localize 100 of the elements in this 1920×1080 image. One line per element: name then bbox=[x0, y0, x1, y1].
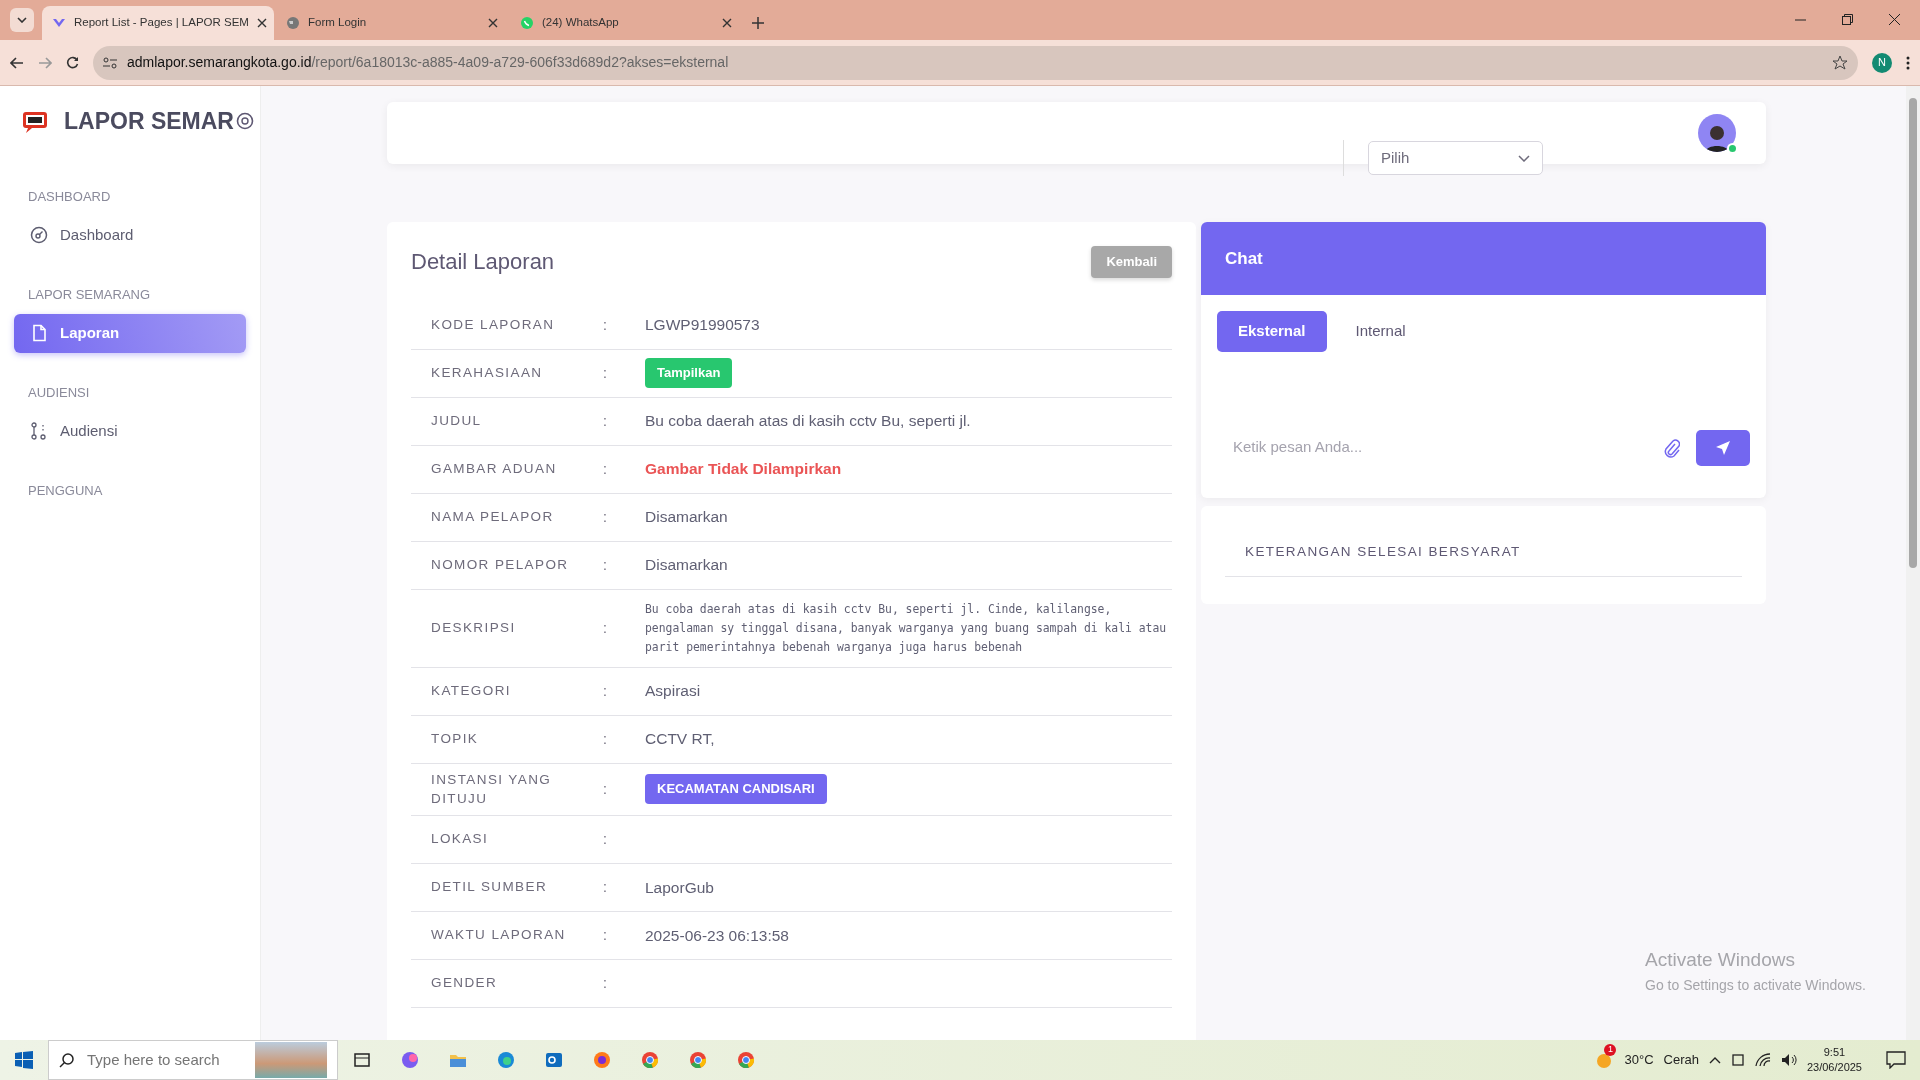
chat-tab[interactable]: Eksternal bbox=[1217, 311, 1327, 352]
alert-count: 1 bbox=[1604, 1043, 1617, 1056]
logo-icon bbox=[22, 109, 48, 134]
mail-icon bbox=[544, 1050, 564, 1070]
route-icon bbox=[30, 422, 48, 441]
colon: : bbox=[603, 363, 608, 383]
field-label: TOPIK bbox=[431, 730, 480, 749]
colon: : bbox=[603, 555, 608, 575]
device-icon[interactable] bbox=[1730, 1053, 1745, 1067]
colon: : bbox=[603, 507, 608, 527]
send-icon bbox=[1715, 439, 1731, 456]
section-heading: AUDIENSI bbox=[28, 383, 91, 402]
chevron-down-icon bbox=[17, 17, 27, 23]
gauge-icon bbox=[30, 226, 48, 245]
activation-notice-title: Activate Windows bbox=[1645, 948, 1796, 972]
browser-tab[interactable]: Report List - Pages | LAPOR SEM bbox=[42, 6, 274, 40]
field-value: Bu coba daerah atas di kasih cctv Bu, seperti jl. bbox=[645, 411, 972, 432]
field-label: INSTANSI YANG DITUJU bbox=[431, 770, 553, 809]
field-label: GAMBAR ADUAN bbox=[431, 460, 558, 479]
url-text: admlapor.semarangkota.go.id/report/6a18013c-a885-4a09-a729-606f33d689d2?akses=eksternal bbox=[127, 53, 729, 72]
field-value: Bu coba daerah atas di kasih cctv Bu, seperti jl. Cinde, kalilangse, pengalaman sy tinggal disana, banyak warganya yang buang sampah di kali atau parit pemerintahnya bebenah warganya juga harus bebenah bbox=[645, 600, 1168, 656]
windows-logo-icon bbox=[15, 1051, 33, 1069]
scrollbar-thumb[interactable] bbox=[1909, 98, 1917, 568]
field-value: LaporGub bbox=[645, 877, 715, 898]
site-settings-icon[interactable] bbox=[103, 56, 117, 69]
field-value: 2025-06-23 06:13:58 bbox=[645, 925, 790, 946]
chat-tab[interactable]: Internal bbox=[1334, 311, 1427, 352]
brand-name: LAPOR SEMAR bbox=[64, 107, 234, 136]
colon: : bbox=[603, 411, 608, 431]
field-label: NAMA PELAPOR bbox=[431, 508, 555, 527]
speaker-icon[interactable] bbox=[1780, 1053, 1797, 1067]
sidebar-item[interactable]: Laporan bbox=[14, 314, 246, 353]
browser-tab[interactable]: Form Login bbox=[276, 6, 508, 40]
section-heading: DASHBOARD bbox=[28, 187, 112, 206]
close-icon[interactable] bbox=[256, 18, 267, 28]
restore-icon[interactable] bbox=[1842, 14, 1853, 25]
field-label: NOMOR PELAPOR bbox=[431, 556, 570, 575]
address-bar[interactable]: admlapor.semarangkota.go.id/report/6a18013c-a885-4a09-a729-606f33d689d2?akses=eksternal bbox=[93, 45, 1858, 80]
card-title: Detail Laporan bbox=[411, 248, 555, 275]
field-value: CCTV RT, bbox=[645, 729, 716, 750]
colon: : bbox=[603, 925, 608, 945]
notification-icon[interactable] bbox=[1886, 1051, 1906, 1069]
field-value: Disamarkan bbox=[645, 507, 729, 528]
back-arrow-icon[interactable] bbox=[10, 56, 24, 69]
more-menu-icon[interactable] bbox=[1906, 55, 1910, 70]
task-view-icon bbox=[352, 1050, 372, 1070]
browser-tab[interactable]: (24) WhatsApp bbox=[510, 6, 742, 40]
search-highlight-picture bbox=[255, 1042, 327, 1078]
field-label: GENDER bbox=[431, 974, 499, 993]
search-bar[interactable]: Type here to search bbox=[48, 1040, 338, 1080]
colon: : bbox=[603, 877, 608, 897]
field-label: JUDUL bbox=[431, 412, 483, 431]
tab-list-button[interactable] bbox=[10, 8, 34, 32]
sidebar-item[interactable]: Dashboard bbox=[14, 216, 246, 255]
chevron-up-icon[interactable] bbox=[1708, 1056, 1721, 1064]
field-label: DESKRIPSI bbox=[431, 619, 517, 638]
section-heading: PENGGUNA bbox=[28, 481, 104, 500]
profile-avatar[interactable]: N bbox=[1872, 52, 1892, 73]
field-value: LGWP91990573 bbox=[645, 315, 761, 336]
reload-icon[interactable] bbox=[66, 56, 79, 69]
activation-notice-text: Go to Settings to activate Windows. bbox=[1645, 975, 1866, 995]
colon: : bbox=[603, 681, 608, 701]
colon: : bbox=[603, 459, 608, 479]
colon: : bbox=[603, 729, 608, 749]
field-label: KERAHASIAAN bbox=[431, 364, 544, 383]
send-button[interactable] bbox=[1696, 429, 1750, 466]
chevron-down-icon bbox=[1518, 154, 1530, 162]
close-icon[interactable] bbox=[722, 18, 732, 28]
chat-bubble-icon bbox=[520, 16, 534, 30]
wifi-icon[interactable] bbox=[1754, 1053, 1771, 1067]
status-badge: KECAMATAN CANDISARI bbox=[645, 774, 827, 804]
field-value: Aspirasi bbox=[645, 681, 702, 702]
globe-icon bbox=[286, 16, 300, 30]
colon: : bbox=[603, 779, 608, 799]
chat-header: Chat bbox=[1201, 222, 1766, 295]
paperclip-icon[interactable] bbox=[1662, 437, 1680, 458]
weather-condition: Cerah bbox=[1663, 1051, 1699, 1070]
toggle-circle-icon[interactable] bbox=[235, 112, 254, 131]
colon: : bbox=[603, 829, 608, 849]
colon: : bbox=[603, 618, 608, 638]
clock[interactable]: 9:51 23/06/2025 bbox=[1806, 1044, 1862, 1076]
section-heading: LAPOR SEMARANG bbox=[28, 285, 152, 304]
colon: : bbox=[603, 315, 608, 335]
field-value: Disamarkan bbox=[645, 555, 729, 576]
sidebar-item[interactable]: Audiensi bbox=[14, 412, 246, 451]
field-label: DETIL SUMBER bbox=[431, 878, 549, 897]
avatar[interactable] bbox=[1698, 114, 1736, 152]
search-icon bbox=[59, 1052, 75, 1068]
section-title: KETERANGAN SELESAI BERSYARAT bbox=[1225, 541, 1742, 577]
field-label: LOKASI bbox=[431, 830, 490, 849]
field-value: Gambar Tidak Dilampirkan bbox=[645, 459, 843, 480]
close-icon[interactable] bbox=[1889, 14, 1900, 25]
plus-icon[interactable] bbox=[752, 17, 764, 29]
select-field[interactable]: Pilih bbox=[1368, 141, 1543, 175]
field-label: KODE LAPORAN bbox=[431, 316, 556, 335]
status-badge: Tampilkan bbox=[645, 358, 733, 388]
star-icon[interactable] bbox=[1832, 54, 1848, 71]
close-icon[interactable] bbox=[488, 18, 498, 28]
document-icon bbox=[30, 324, 48, 343]
field-label: KATEGORI bbox=[431, 682, 512, 701]
